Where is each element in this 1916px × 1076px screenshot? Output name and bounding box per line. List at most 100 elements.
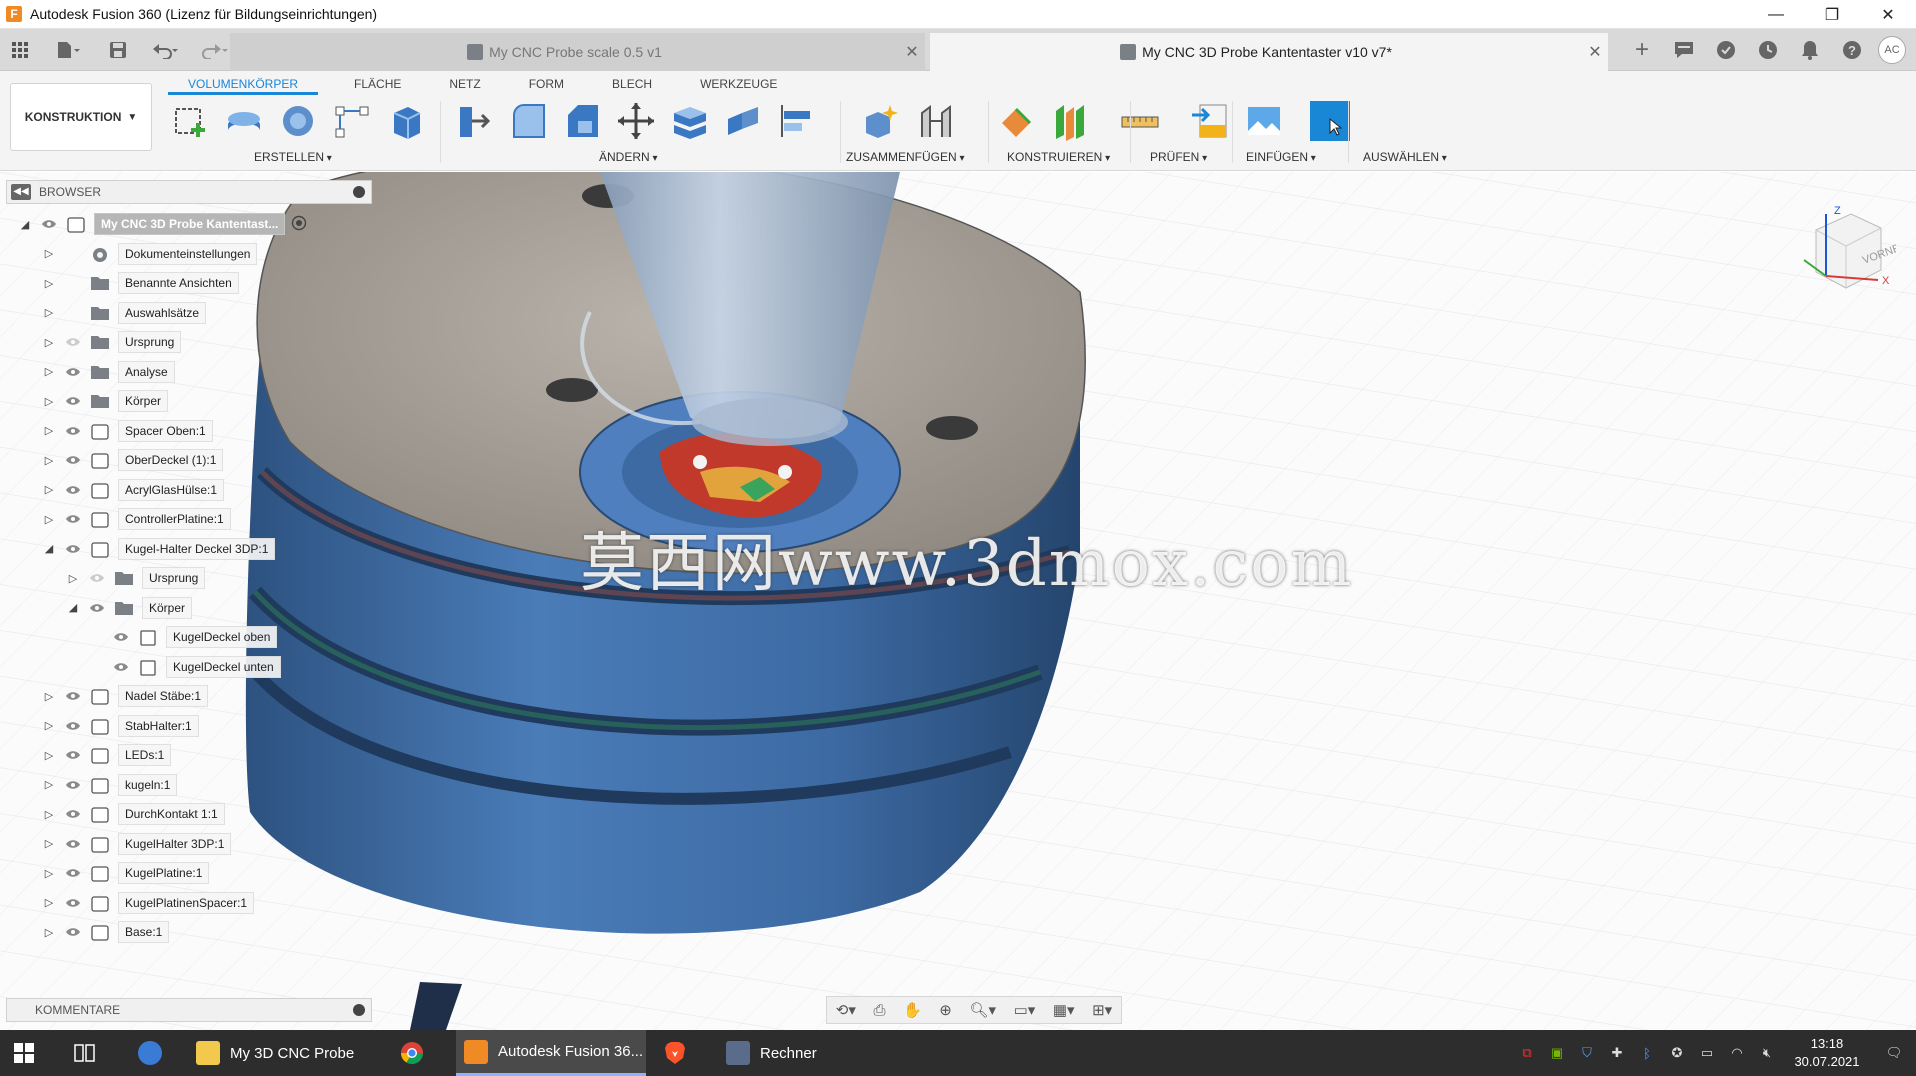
visibility-eye-icon[interactable] [112, 630, 130, 644]
wifi-icon[interactable]: ◠ [1724, 1043, 1750, 1063]
offset-plane-icon[interactable] [994, 99, 1038, 143]
expand-node-icon[interactable]: ▷ [42, 335, 56, 349]
job-status-icon[interactable] [1710, 34, 1742, 66]
extrude-icon[interactable] [222, 99, 266, 143]
help-icon[interactable]: ? [1836, 34, 1868, 66]
tree-item[interactable]: ▷ Auswahlsätze [42, 301, 207, 325]
tree-item[interactable]: ▷ OberDeckel (1):1 [42, 448, 224, 472]
visibility-eye-icon[interactable] [64, 424, 82, 438]
expand-node-icon[interactable]: ▷ [42, 453, 56, 467]
expand-node-icon[interactable]: ▷ [42, 748, 56, 762]
file-menu-icon[interactable] [48, 29, 88, 71]
revolve-icon[interactable] [276, 99, 320, 143]
tree-item[interactable]: ▷ Analyse [42, 360, 175, 384]
shell-icon[interactable] [668, 99, 712, 143]
move-icon[interactable] [614, 99, 658, 143]
pattern-icon[interactable] [330, 99, 374, 143]
chamfer-icon[interactable] [560, 99, 604, 143]
visibility-eye-icon[interactable] [88, 601, 106, 615]
brave-icon[interactable] [664, 1030, 698, 1076]
box-icon[interactable] [384, 99, 428, 143]
joint-icon[interactable] [914, 99, 958, 143]
tab-volumenkorper[interactable]: VOLUMENKÖRPER [168, 73, 319, 95]
press-pull-icon[interactable] [452, 99, 496, 143]
windows-start-icon[interactable] [14, 1030, 46, 1076]
tab-my-cnc-3d-probe-kantentaster[interactable]: My CNC 3D Probe Kantentaster v10 v7* ✕ [930, 33, 1608, 71]
battery-icon[interactable]: ▭ [1694, 1043, 1720, 1063]
close-button[interactable]: ✕ [1860, 0, 1916, 29]
visibility-eye-icon[interactable] [64, 394, 82, 408]
visibility-eye-icon[interactable] [64, 512, 82, 526]
tree-item[interactable]: ▷ Nadel Stäbe:1 [42, 684, 209, 708]
tree-item[interactable]: ▷ KugelPlatinenSpacer:1 [42, 891, 255, 915]
comments-bar[interactable]: KOMMENTARE [6, 998, 372, 1022]
tray-xbox-icon[interactable]: ✪ [1664, 1043, 1690, 1063]
expand-node-icon[interactable]: ▷ [42, 719, 56, 733]
fit-icon[interactable]: 🔍︎▾ [969, 1001, 996, 1019]
new-tab-button[interactable]: + [1626, 34, 1658, 66]
expand-node-icon[interactable]: ▷ [42, 896, 56, 910]
collapse-node-icon[interactable]: ◢ [42, 542, 56, 556]
history-icon[interactable] [1752, 34, 1784, 66]
taskbar-item-calculator[interactable]: Rechner [726, 1030, 836, 1076]
visibility-eye-icon[interactable] [64, 689, 82, 703]
close-tab-icon[interactable]: ✕ [899, 42, 925, 62]
undo-icon[interactable] [146, 29, 184, 71]
tree-item[interactable]: ▷ Base:1 [42, 920, 170, 944]
tree-item[interactable]: ▷ LEDs:1 [42, 743, 172, 767]
tree-item[interactable]: ◢ Körper [66, 596, 193, 620]
user-avatar[interactable]: AC [1878, 36, 1906, 64]
expand-node-icon[interactable]: ▷ [42, 247, 56, 261]
action-center-icon[interactable]: 🗨︎ [1874, 1043, 1914, 1063]
browser-header[interactable]: ◀◀ BROWSER [6, 180, 372, 204]
tray-shield-icon[interactable]: ⛉ [1574, 1043, 1600, 1063]
collapse-node-icon[interactable]: ◢ [66, 601, 80, 615]
visibility-eye-icon[interactable] [112, 660, 130, 674]
expand-node-icon[interactable]: ▷ [42, 689, 56, 703]
visibility-eye-icon[interactable] [64, 925, 82, 939]
create-sketch-icon[interactable] [168, 99, 212, 143]
expand-node-icon[interactable]: ▷ [42, 807, 56, 821]
group-erstellen[interactable]: ERSTELLEN [254, 150, 332, 164]
group-andern[interactable]: ÄNDERN [599, 150, 657, 164]
tree-item[interactable]: KugelDeckel oben [90, 625, 278, 649]
tree-item[interactable]: ▷ ControllerPlatine:1 [42, 507, 231, 531]
add-comment-icon[interactable] [353, 1004, 365, 1016]
display-settings-icon[interactable]: ▭▾ [1014, 1001, 1036, 1019]
tab-flache[interactable]: FLÄCHE [334, 73, 421, 95]
collapse-panel-icon[interactable]: ◀◀ [11, 184, 31, 200]
select-icon[interactable] [1308, 99, 1352, 143]
group-konstruieren[interactable]: KONSTRUIEREN [1007, 150, 1110, 164]
visibility-eye-icon[interactable] [64, 276, 82, 290]
tab-my-cnc-probe-scale[interactable]: My CNC Probe scale 0.5 v1 ✕ [230, 33, 925, 71]
visibility-eye-icon[interactable] [64, 365, 82, 379]
tree-item[interactable]: ▷ Benannte Ansichten [42, 271, 239, 295]
tree-item[interactable]: ▷ kugeln:1 [42, 773, 178, 797]
tree-item[interactable]: ▷ KugelHalter 3DP:1 [42, 832, 232, 856]
chrome-icon[interactable] [400, 1030, 434, 1076]
expand-node-icon[interactable]: ▷ [42, 925, 56, 939]
visibility-eye-icon[interactable] [64, 719, 82, 733]
collapse-node-icon[interactable]: ◢ [18, 217, 32, 231]
visibility-eye-icon[interactable] [64, 748, 82, 762]
expand-node-icon[interactable]: ▷ [42, 778, 56, 792]
tree-item[interactable]: ▷ Ursprung [42, 330, 182, 354]
visibility-eye-icon[interactable] [64, 335, 82, 349]
visibility-eye-icon[interactable] [64, 542, 82, 556]
tab-form[interactable]: FORM [509, 73, 584, 95]
visibility-eye-icon[interactable] [88, 571, 106, 585]
grid-settings-icon[interactable]: ▦▾ [1053, 1001, 1075, 1019]
volume-muted-icon[interactable]: 🔇︎ [1754, 1043, 1780, 1063]
orbit-icon[interactable]: ⟲▾ [836, 1001, 856, 1019]
taskbar-item-fusion[interactable]: Autodesk Fusion 36... [456, 1030, 646, 1076]
group-zusammenfugen[interactable]: ZUSAMMENFÜGEN [846, 150, 964, 164]
visibility-eye-icon[interactable] [64, 837, 82, 851]
expand-node-icon[interactable]: ▷ [42, 365, 56, 379]
tab-netz[interactable]: NETZ [429, 73, 500, 95]
tray-app-icon[interactable]: ⧉ [1514, 1043, 1540, 1063]
tree-item[interactable]: ▷ AcrylGlasHülse:1 [42, 478, 225, 502]
tree-item[interactable]: ▷ KugelPlatine:1 [42, 861, 210, 885]
visibility-eye-icon[interactable] [64, 483, 82, 497]
view-cube[interactable]: VORNE Z X [1796, 200, 1902, 310]
expand-node-icon[interactable]: ▷ [42, 306, 56, 320]
